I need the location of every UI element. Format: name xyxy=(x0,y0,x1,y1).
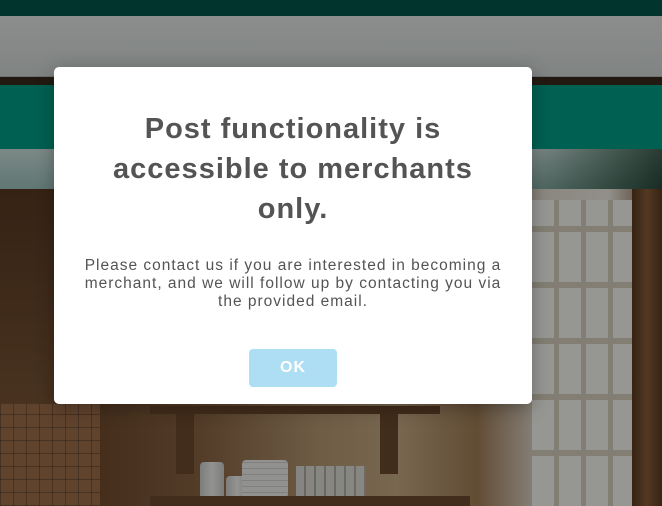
dialog-message: Please contact us if you are interested … xyxy=(84,257,502,310)
merchant-only-dialog: Post functionality is accessible to merc… xyxy=(54,67,532,404)
dialog-title: Post functionality is accessible to merc… xyxy=(113,113,473,225)
page: Post functionality is accessible to merc… xyxy=(0,0,662,506)
ok-button[interactable]: OK xyxy=(249,349,337,387)
